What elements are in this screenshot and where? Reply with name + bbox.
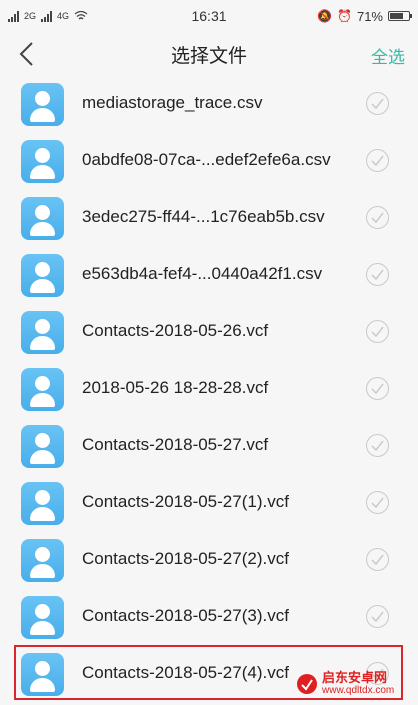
file-name: mediastorage_trace.csv — [82, 93, 263, 112]
file-row[interactable]: Contacts-2018-05-26.vcf — [0, 304, 418, 361]
watermark-logo-icon — [297, 673, 317, 694]
check-icon — [371, 326, 384, 337]
file-row[interactable]: mediastorage_trace.csv — [0, 76, 418, 133]
select-checkbox[interactable] — [366, 149, 389, 172]
select-checkbox[interactable] — [366, 206, 389, 229]
file-list: mediastorage_trace.csv 0abdfe08-07ca-...e… — [0, 76, 418, 703]
check-icon — [371, 383, 384, 394]
check-icon — [371, 155, 384, 166]
check-icon — [371, 269, 384, 280]
battery-level — [390, 13, 403, 19]
check-icon — [371, 212, 384, 223]
select-checkbox[interactable] — [366, 263, 389, 286]
watermark: 启东安卓网 www.qdltdx.com — [296, 662, 418, 705]
file-name: 2018-05-26 18-28-28.vcf — [82, 378, 269, 397]
file-name: Contacts-2018-05-27(3).vcf — [82, 606, 289, 625]
wifi-icon — [74, 11, 88, 20]
select-checkbox[interactable] — [366, 320, 389, 343]
watermark-url: www.qdltdx.com — [322, 685, 395, 697]
alarm-icon: ⏰ — [337, 9, 352, 23]
page-title: 选择文件 — [170, 45, 247, 67]
contact-file-icon — [21, 311, 64, 354]
carrier-label: 2G — [24, 11, 37, 21]
contact-file-icon — [21, 425, 64, 468]
contact-file-icon — [21, 83, 64, 126]
status-bar: 2G 4G 16:31 🔕 ⏰ 71% — [0, 0, 418, 32]
battery-icon — [388, 11, 412, 21]
signal-icon-2 — [41, 10, 53, 22]
file-name: 0abdfe08-07ca-...edef2efe6a.csv — [82, 150, 331, 169]
select-checkbox[interactable] — [366, 434, 389, 457]
contact-file-icon — [21, 368, 64, 411]
file-name: Contacts-2018-05-27(2).vcf — [82, 549, 289, 568]
contact-file-icon — [21, 254, 64, 297]
select-checkbox[interactable] — [366, 377, 389, 400]
file-row[interactable]: Contacts-2018-05-27(1).vcf — [0, 475, 418, 532]
back-arrow-icon[interactable] — [16, 40, 40, 68]
file-row[interactable]: e563db4a-fef4-...0440a42f1.csv — [0, 247, 418, 304]
select-checkbox[interactable] — [366, 92, 389, 115]
battery-percent: 71% — [356, 8, 383, 24]
check-icon — [371, 497, 384, 508]
file-row[interactable]: Contacts-2018-05-27(2).vcf — [0, 532, 418, 589]
file-row[interactable]: Contacts-2018-05-27.vcf — [0, 418, 418, 475]
contact-file-icon — [21, 482, 64, 525]
contact-file-icon — [21, 140, 64, 183]
watermark-name: 启东安卓网 — [322, 669, 388, 685]
signal-icon — [8, 10, 19, 22]
carrier-label-2: 4G — [57, 11, 70, 21]
check-icon — [371, 98, 384, 109]
clock: 16:31 — [191, 8, 227, 24]
file-row[interactable]: 0abdfe08-07ca-...edef2efe6a.csv — [0, 133, 418, 190]
file-name: Contacts-2018-05-27(1).vcf — [82, 492, 289, 511]
file-name: Contacts-2018-05-26.vcf — [82, 321, 269, 340]
status-right: 🔕 ⏰ 71% — [317, 8, 412, 24]
check-icon — [371, 554, 384, 565]
select-checkbox[interactable] — [366, 491, 389, 514]
select-checkbox[interactable] — [366, 605, 389, 628]
file-row[interactable]: 2018-05-26 18-28-28.vcf — [0, 361, 418, 418]
contact-file-icon — [21, 197, 64, 240]
header-bar: 选择文件 全选 — [0, 32, 418, 76]
file-name: Contacts-2018-05-27.vcf — [82, 435, 269, 454]
check-icon — [371, 611, 384, 622]
contact-file-icon — [21, 596, 64, 639]
select-checkbox[interactable] — [366, 548, 389, 571]
file-row[interactable]: 3edec275-ff44-...1c76eab5b.csv — [0, 190, 418, 247]
check-icon — [371, 440, 384, 451]
status-left: 2G 4G — [8, 10, 88, 22]
select-all-button[interactable]: 全选 — [371, 43, 405, 68]
file-name: e563db4a-fef4-...0440a42f1.csv — [82, 264, 323, 283]
mute-icon: 🔕 — [317, 9, 333, 23]
file-row[interactable]: Contacts-2018-05-27(3).vcf — [0, 589, 418, 646]
file-name: 3edec275-ff44-...1c76eab5b.csv — [82, 207, 325, 226]
contact-file-icon — [21, 539, 64, 582]
